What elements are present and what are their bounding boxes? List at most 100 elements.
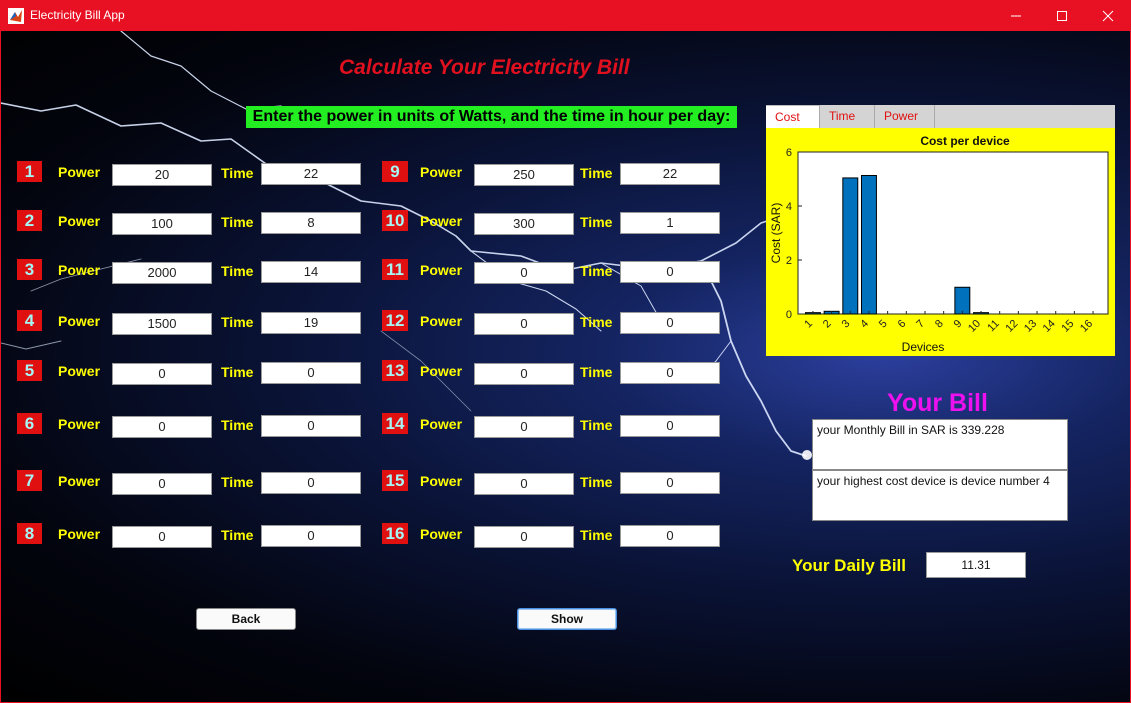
maximize-icon — [1057, 10, 1067, 21]
time-input[interactable]: 14 — [261, 261, 361, 283]
daily-bill-field[interactable]: 11.31 — [926, 552, 1026, 578]
bar — [842, 177, 859, 315]
power-input[interactable]: 0 — [474, 363, 574, 385]
power-label: Power — [420, 213, 463, 229]
time-input[interactable]: 0 — [261, 415, 361, 437]
x-tick-label: 11 — [985, 318, 1002, 335]
chart-tabs: Cost Time Power — [766, 105, 1115, 128]
power-label: Power — [420, 363, 463, 379]
daily-bill-label: Your Daily Bill — [792, 556, 906, 575]
x-tick-label: 12 — [1003, 318, 1020, 335]
bar — [860, 174, 877, 315]
power-input[interactable]: 0 — [112, 473, 212, 495]
bill-title: Your Bill — [887, 389, 988, 417]
time-label: Time — [221, 527, 254, 543]
power-label: Power — [420, 473, 463, 489]
power-label: Power — [58, 526, 101, 542]
power-label: Power — [420, 416, 463, 432]
tab-power[interactable]: Power — [875, 105, 935, 128]
power-label: Power — [420, 526, 463, 542]
power-label: Power — [58, 262, 101, 278]
time-input[interactable]: 19 — [261, 312, 361, 334]
chart-title: Cost per device — [920, 134, 1010, 148]
device-number-badge: 14 — [382, 413, 408, 434]
time-label: Time — [221, 214, 254, 230]
minimize-button[interactable] — [993, 0, 1039, 31]
x-tick-label: 15 — [1059, 318, 1076, 335]
y-tick-label: 4 — [786, 201, 792, 213]
cost-bar-chart: 02461 2 3 4 5 6 7 8 9 10 11 12 13 14 15 16Cost per devi… — [769, 134, 1109, 354]
time-input[interactable]: 0 — [620, 261, 720, 283]
device-number-badge: 3 — [17, 259, 42, 280]
maximize-button[interactable] — [1039, 0, 1085, 31]
time-label: Time — [580, 214, 613, 230]
power-input[interactable]: 1500 — [112, 313, 212, 335]
minimize-icon — [1011, 15, 1021, 16]
power-input[interactable]: 20 — [112, 164, 212, 186]
time-input[interactable]: 8 — [261, 212, 361, 234]
device-number-badge: 10 — [382, 210, 408, 231]
power-label: Power — [420, 164, 463, 180]
y-tick-label: 2 — [786, 255, 792, 267]
time-input[interactable]: 22 — [261, 163, 361, 185]
power-input[interactable]: 300 — [474, 213, 574, 235]
tab-cost[interactable]: Cost — [766, 105, 820, 128]
time-input[interactable]: 0 — [620, 312, 720, 334]
show-button[interactable]: Show — [517, 608, 617, 630]
power-input[interactable]: 0 — [474, 262, 574, 284]
y-tick-label: 0 — [786, 309, 792, 321]
close-icon — [1102, 10, 1114, 21]
highest-device-text: your highest cost device is device numbe… — [812, 470, 1068, 521]
time-label: Time — [580, 165, 613, 181]
power-label: Power — [58, 164, 101, 180]
power-input[interactable]: 250 — [474, 164, 574, 186]
power-input[interactable]: 0 — [474, 526, 574, 548]
power-input[interactable]: 0 — [112, 526, 212, 548]
time-label: Time — [580, 364, 613, 380]
power-input[interactable]: 100 — [112, 213, 212, 235]
time-input[interactable]: 0 — [261, 472, 361, 494]
power-input[interactable]: 0 — [112, 363, 212, 385]
power-label: Power — [58, 416, 101, 432]
tab-time[interactable]: Time — [820, 105, 875, 128]
x-tick-label: 1 — [802, 318, 815, 331]
time-label: Time — [221, 417, 254, 433]
time-input[interactable]: 0 — [620, 362, 720, 384]
power-input[interactable]: 2000 — [112, 262, 212, 284]
time-label: Time — [580, 263, 613, 279]
device-number-badge: 5 — [17, 360, 42, 381]
time-input[interactable]: 0 — [261, 362, 361, 384]
time-input[interactable]: 1 — [620, 212, 720, 234]
x-tick-label: 7 — [914, 318, 927, 331]
bar — [954, 286, 971, 315]
x-axis-label: Devices — [902, 340, 945, 354]
back-button[interactable]: Back — [196, 608, 296, 630]
x-tick-label: 2 — [821, 318, 834, 331]
power-label: Power — [58, 473, 101, 489]
close-button[interactable] — [1085, 0, 1131, 31]
y-tick-label: 6 — [786, 147, 792, 159]
time-input[interactable]: 0 — [261, 525, 361, 547]
power-input[interactable]: 0 — [474, 473, 574, 495]
device-number-badge: 2 — [17, 210, 42, 231]
power-label: Power — [58, 213, 101, 229]
device-number-badge: 9 — [382, 161, 408, 182]
device-number-badge: 13 — [382, 360, 408, 381]
x-tick-label: 14 — [1041, 318, 1058, 335]
power-label: Power — [420, 313, 463, 329]
x-tick-label: 3 — [840, 318, 853, 331]
device-number-badge: 4 — [17, 310, 42, 331]
device-number-badge: 8 — [17, 523, 42, 544]
time-input[interactable]: 22 — [620, 163, 720, 185]
title-bar: Electricity Bill App — [0, 0, 1131, 31]
time-label: Time — [221, 165, 254, 181]
power-input[interactable]: 0 — [474, 313, 574, 335]
window-title: Electricity Bill App — [30, 8, 125, 22]
power-input[interactable]: 0 — [112, 416, 212, 438]
time-input[interactable]: 0 — [620, 472, 720, 494]
time-input[interactable]: 0 — [620, 525, 720, 547]
time-input[interactable]: 0 — [620, 415, 720, 437]
power-input[interactable]: 0 — [474, 416, 574, 438]
x-tick-label: 16 — [1078, 318, 1095, 335]
time-label: Time — [580, 474, 613, 490]
